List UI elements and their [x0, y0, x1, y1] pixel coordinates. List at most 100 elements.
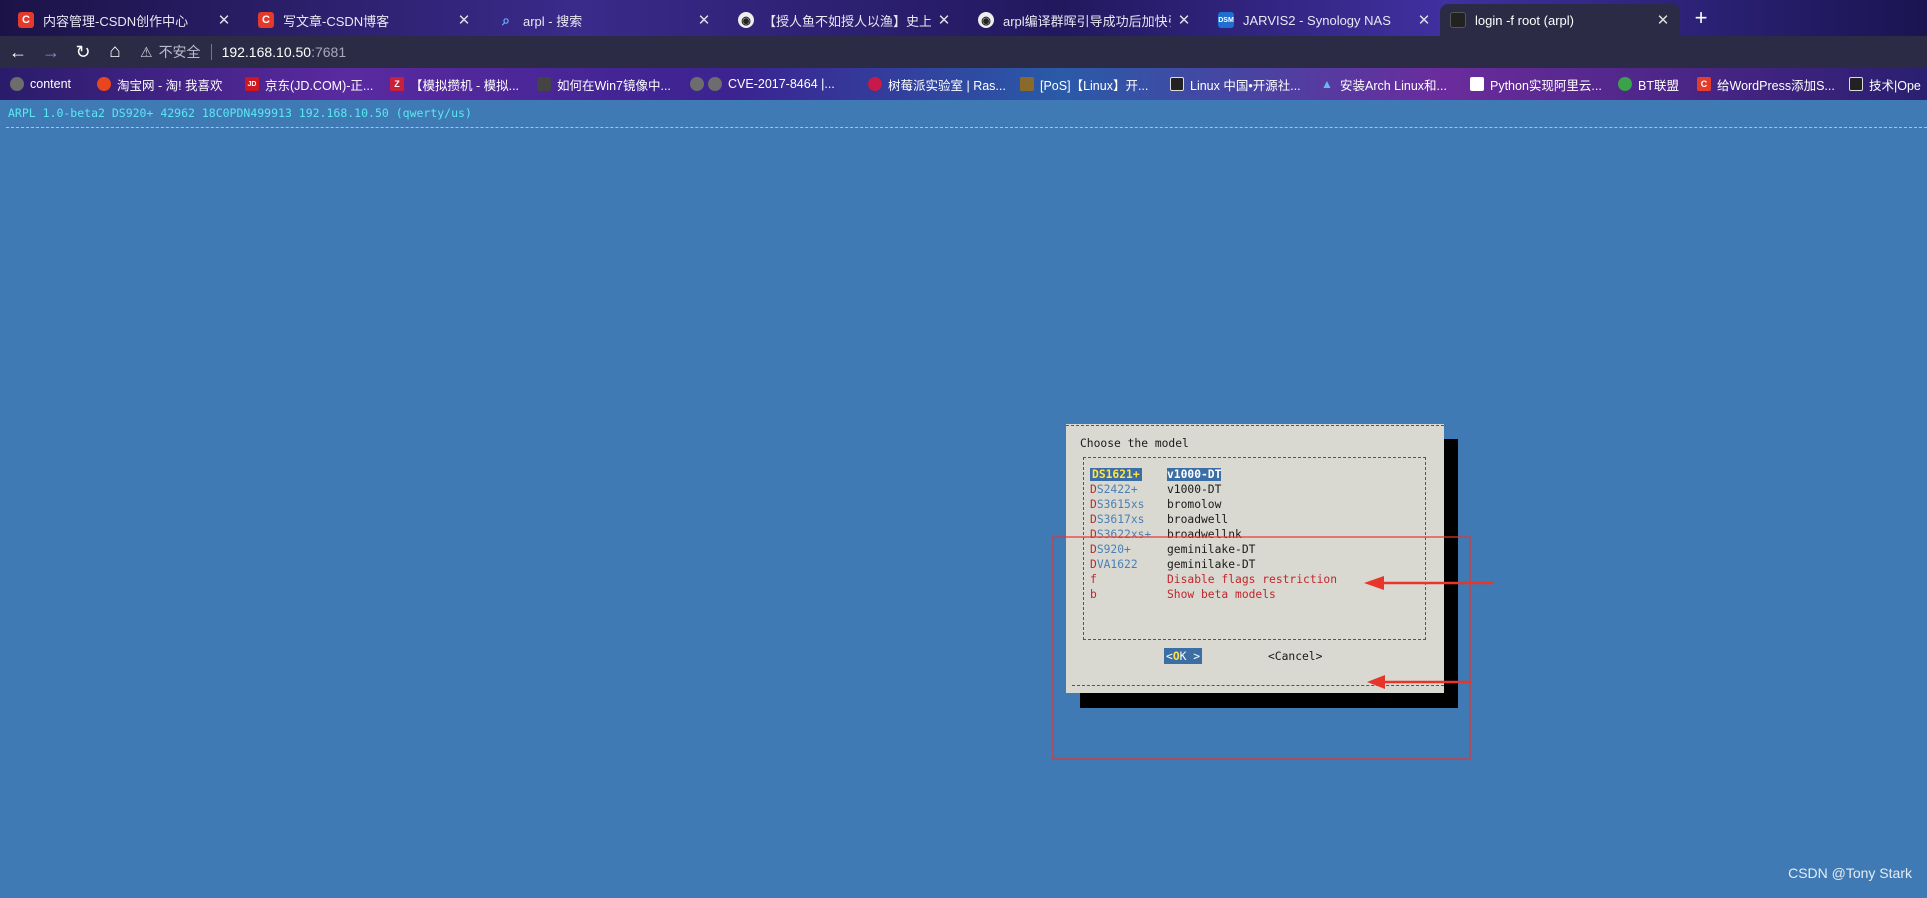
menu-item-desc: bromolow [1167, 498, 1222, 511]
menu-item-ds2422[interactable]: DS2422+ v1000-DT [1090, 482, 1221, 497]
csdn-icon: C [258, 12, 274, 28]
z-icon: Z [390, 77, 404, 91]
bookmark-item[interactable]: 树莓派实验室 | Ras... [868, 75, 1006, 93]
bookmark-item[interactable]: 淘宝网 - 淘! 我喜欢 [97, 75, 223, 93]
raspberry-icon [868, 77, 882, 91]
menu-tag-rest: S2422+ [1096, 483, 1138, 496]
linux-icon [1849, 77, 1863, 91]
tab-title: arpl编译群晖引导成功后加快引导 [1003, 13, 1171, 29]
bt-icon [1618, 77, 1632, 91]
annotation-box [1052, 536, 1471, 760]
close-icon[interactable]: ✕ [457, 11, 471, 29]
menu-tag-rest: S3617xs [1096, 513, 1145, 526]
menu-item-ds3615xs[interactable]: DS3615xs bromolow [1090, 497, 1221, 512]
close-icon[interactable]: ✕ [1177, 11, 1191, 29]
browser-toolbar: ← → ↻ ⌂ ⚠ 不安全 192.168.10.50:7681 [0, 36, 1927, 68]
bookmark-item[interactable]: [PoS]【Linux】开... [1020, 75, 1148, 93]
menu-tag-wrap: DS1621+ [1090, 468, 1167, 481]
tab-github-1[interactable]: ◉ 【授人鱼不如授人以渔】史上最 ✕ [728, 4, 961, 36]
tab-github-2[interactable]: ◉ arpl编译群晖引导成功后加快引导 ✕ [968, 4, 1201, 36]
bookmark-item[interactable]: Z 【模拟攒机 - 模拟... [390, 75, 519, 93]
reload-icon[interactable]: ↻ [70, 39, 96, 65]
bookmark-label: 技术|Ope [1869, 78, 1921, 93]
bookmark-label: 淘宝网 - 淘! 我喜欢 [117, 78, 223, 93]
tab-title: arpl - 搜索 [523, 13, 583, 29]
bookmark-item[interactable]: BT联盟 [1618, 75, 1679, 93]
globe-icon [10, 77, 24, 91]
menu-item-ds1621[interactable]: DS1621+ v1000-DT [1090, 467, 1222, 482]
dialog-title: Choose the model [1080, 437, 1189, 450]
bookmark-label: [PoS]【Linux】开... [1040, 78, 1149, 93]
bookmark-label: 【模拟攒机 - 模拟... [410, 78, 520, 93]
csdn-icon: C [1697, 77, 1711, 91]
bookmark-label: 给WordPress添加S... [1717, 78, 1835, 93]
menu-tag-hotkey: D [1090, 498, 1097, 511]
tab-synology[interactable]: DSM JARVIS2 - Synology NAS ✕ [1208, 4, 1441, 36]
tab-terminal-active[interactable]: login -f root (arpl) ✕ [1440, 4, 1680, 36]
bookmark-item[interactable]: 如何在Win7镜像中... [537, 75, 671, 93]
url-port: :7681 [311, 44, 347, 60]
divider [210, 44, 212, 60]
bookmark-item[interactable]: CVE-2017-8464 |... [690, 75, 835, 93]
bookmark-label: 如何在Win7镜像中... [557, 78, 671, 93]
bookmark-label: Python实现阿里云... [1490, 78, 1602, 93]
menu-tag-hotkey: D [1090, 513, 1097, 526]
dialog-top-border [1066, 425, 1444, 426]
bookmark-label: 安装Arch Linux和... [1340, 78, 1447, 93]
annotation-overlay [1052, 536, 1471, 760]
dsm-icon: DSM [1218, 12, 1234, 28]
close-icon[interactable]: ✕ [217, 11, 231, 29]
watermark: CSDN @Tony Stark [1788, 865, 1912, 881]
box-icon [1020, 77, 1034, 91]
close-icon[interactable]: ✕ [697, 11, 711, 29]
bookmark-item[interactable]: Linux 中国•开源社... [1170, 75, 1301, 93]
tab-title: JARVIS2 - Synology NAS [1243, 12, 1391, 28]
menu-tag: DS2422+ [1090, 483, 1167, 496]
security-label[interactable]: 不安全 [159, 42, 201, 62]
bookmark-label: Linux 中国•开源社... [1190, 78, 1301, 93]
bookmark-item[interactable]: C 给WordPress添加S... [1697, 75, 1835, 93]
backtitle: ARPL 1.0-beta2 DS920+ 42962 18C0PDN49991… [8, 106, 472, 120]
tab-csdn-write[interactable]: C 写文章-CSDN博客 ✕ [248, 4, 481, 36]
annotation-arrow [1364, 576, 1493, 590]
bookmark-item[interactable]: Python实现阿里云... [1470, 75, 1602, 93]
tab-strip: C 内容管理-CSDN创作中心 ✕ C 写文章-CSDN博客 ✕ ⌕ arpl … [0, 0, 1927, 36]
bookmark-item[interactable]: ▲ 安装Arch Linux和... [1320, 75, 1447, 93]
menu-item-desc: v1000-DT [1167, 483, 1222, 496]
menu-item-desc: broadwell [1167, 513, 1229, 526]
github-icon: ◉ [978, 12, 994, 28]
globe-icon [708, 77, 722, 91]
jd-icon: JD [245, 77, 259, 91]
new-tab-button[interactable]: + [1688, 4, 1714, 32]
url-host: 192.168.10.50 [221, 44, 312, 60]
address-bar[interactable]: ⚠ 不安全 192.168.10.50:7681 [140, 40, 346, 64]
close-icon[interactable]: ✕ [1417, 11, 1431, 29]
home-icon[interactable]: ⌂ [102, 39, 128, 65]
bookmark-label: BT联盟 [1638, 78, 1679, 93]
terminal-viewport[interactable]: ARPL 1.0-beta2 DS920+ 42962 18C0PDN49991… [0, 100, 1927, 898]
bookmark-label: 京东(JD.COM)-正... [265, 78, 374, 93]
search-icon: ⌕ [502, 11, 510, 28]
forward-arrow-icon[interactable]: → [38, 39, 64, 65]
globe-icon [690, 77, 704, 91]
arrow-head [1364, 576, 1384, 590]
bookmark-item[interactable]: JD 京东(JD.COM)-正... [245, 75, 373, 93]
menu-item-desc: v1000-DT [1167, 468, 1222, 481]
bookmarks-bar: content 淘宝网 - 淘! 我喜欢 JD 京东(JD.COM)-正... Z… [0, 68, 1927, 100]
tab-search[interactable]: ⌕ arpl - 搜索 ✕ [488, 4, 721, 36]
github-icon: ◉ [738, 12, 754, 28]
close-icon[interactable]: ✕ [937, 11, 951, 29]
menu-tag-rest: S1621+ [1098, 468, 1140, 481]
back-arrow-icon[interactable]: ← [5, 39, 31, 65]
menu-item-ds3617xs[interactable]: DS3617xs broadwell [1090, 512, 1228, 527]
menu-tag: DS1621+ [1090, 468, 1142, 481]
menu-tag-hotkey: D [1090, 483, 1097, 496]
bookmark-label: CVE-2017-8464 |... [728, 77, 835, 91]
bookmark-item[interactable]: content [10, 75, 71, 93]
tab-csdn-content[interactable]: C 内容管理-CSDN创作中心 ✕ [8, 4, 241, 36]
backtitle-rule [6, 127, 1927, 128]
doc-icon [1470, 77, 1484, 91]
close-icon[interactable]: ✕ [1656, 11, 1670, 29]
taobao-icon [97, 77, 111, 91]
bookmark-item[interactable]: 技术|Ope [1849, 75, 1921, 93]
